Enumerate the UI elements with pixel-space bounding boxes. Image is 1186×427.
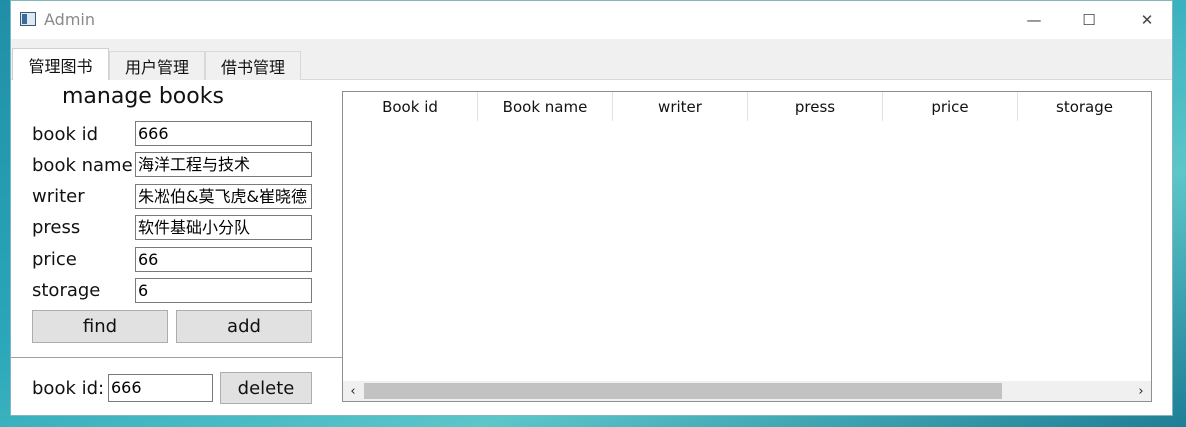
horizontal-scrollbar[interactable]: ‹ ›	[343, 381, 1151, 401]
tab-borrow-management[interactable]: 借书管理	[205, 51, 301, 80]
storage-field[interactable]: 6	[135, 278, 312, 303]
scroll-right-icon[interactable]: ›	[1131, 381, 1151, 401]
book-id-label: book id	[32, 124, 99, 145]
minimize-icon: —	[1026, 11, 1042, 29]
maximize-icon: ☐	[1082, 11, 1096, 29]
close-icon: ✕	[1140, 11, 1154, 29]
press-label: press	[32, 217, 81, 238]
scroll-left-icon[interactable]: ‹	[343, 381, 363, 401]
scroll-thumb[interactable]	[364, 383, 1002, 399]
book-name-label: book name	[32, 155, 133, 176]
maximize-button[interactable]: ☐	[1063, 1, 1115, 39]
book-id-field[interactable]: 666	[135, 121, 312, 146]
price-field[interactable]: 66	[135, 247, 312, 272]
window-title: Admin	[44, 10, 95, 29]
column-header-price[interactable]: price	[883, 92, 1018, 121]
tab-bar: 管理图书 用户管理 借书管理	[11, 39, 1172, 81]
writer-field[interactable]: 朱凇伯&莫飞虎&崔晓德	[135, 184, 312, 209]
minimize-button[interactable]: —	[1008, 1, 1060, 39]
tab-manage-books[interactable]: 管理图书	[12, 48, 109, 81]
title-bar: Admin — ☐ ✕	[11, 1, 1172, 39]
column-header-book-id[interactable]: Book id	[343, 92, 478, 121]
column-header-writer[interactable]: writer	[613, 92, 748, 121]
book-name-field[interactable]: 海洋工程与技术	[135, 152, 312, 177]
add-button[interactable]: add	[176, 310, 312, 343]
storage-label: storage	[32, 280, 101, 301]
window-app-icon	[20, 12, 36, 26]
delete-book-id-label: book id:	[32, 378, 105, 399]
delete-book-id-field[interactable]: 666	[108, 374, 213, 402]
press-field[interactable]: 软件基础小分队	[135, 215, 312, 240]
column-header-press[interactable]: press	[748, 92, 883, 121]
close-button[interactable]: ✕	[1121, 1, 1173, 39]
column-header-storage[interactable]: storage	[1018, 92, 1151, 121]
admin-window: Admin — ☐ ✕ 管理图书 用户管理 借书管理 manage books …	[10, 0, 1173, 416]
price-label: price	[32, 249, 77, 270]
section-divider	[11, 357, 343, 358]
column-header-book-name[interactable]: Book name	[478, 92, 613, 121]
tab-user-management[interactable]: 用户管理	[109, 51, 205, 80]
tab-content-panel: manage books book id 666 book name 海洋工程与…	[11, 80, 1172, 415]
find-button[interactable]: find	[32, 310, 168, 343]
delete-button[interactable]: delete	[220, 372, 312, 404]
writer-label: writer	[32, 186, 85, 207]
books-table[interactable]: Book id Book name writer press price sto…	[342, 91, 1152, 402]
page-title: manage books	[62, 84, 224, 109]
